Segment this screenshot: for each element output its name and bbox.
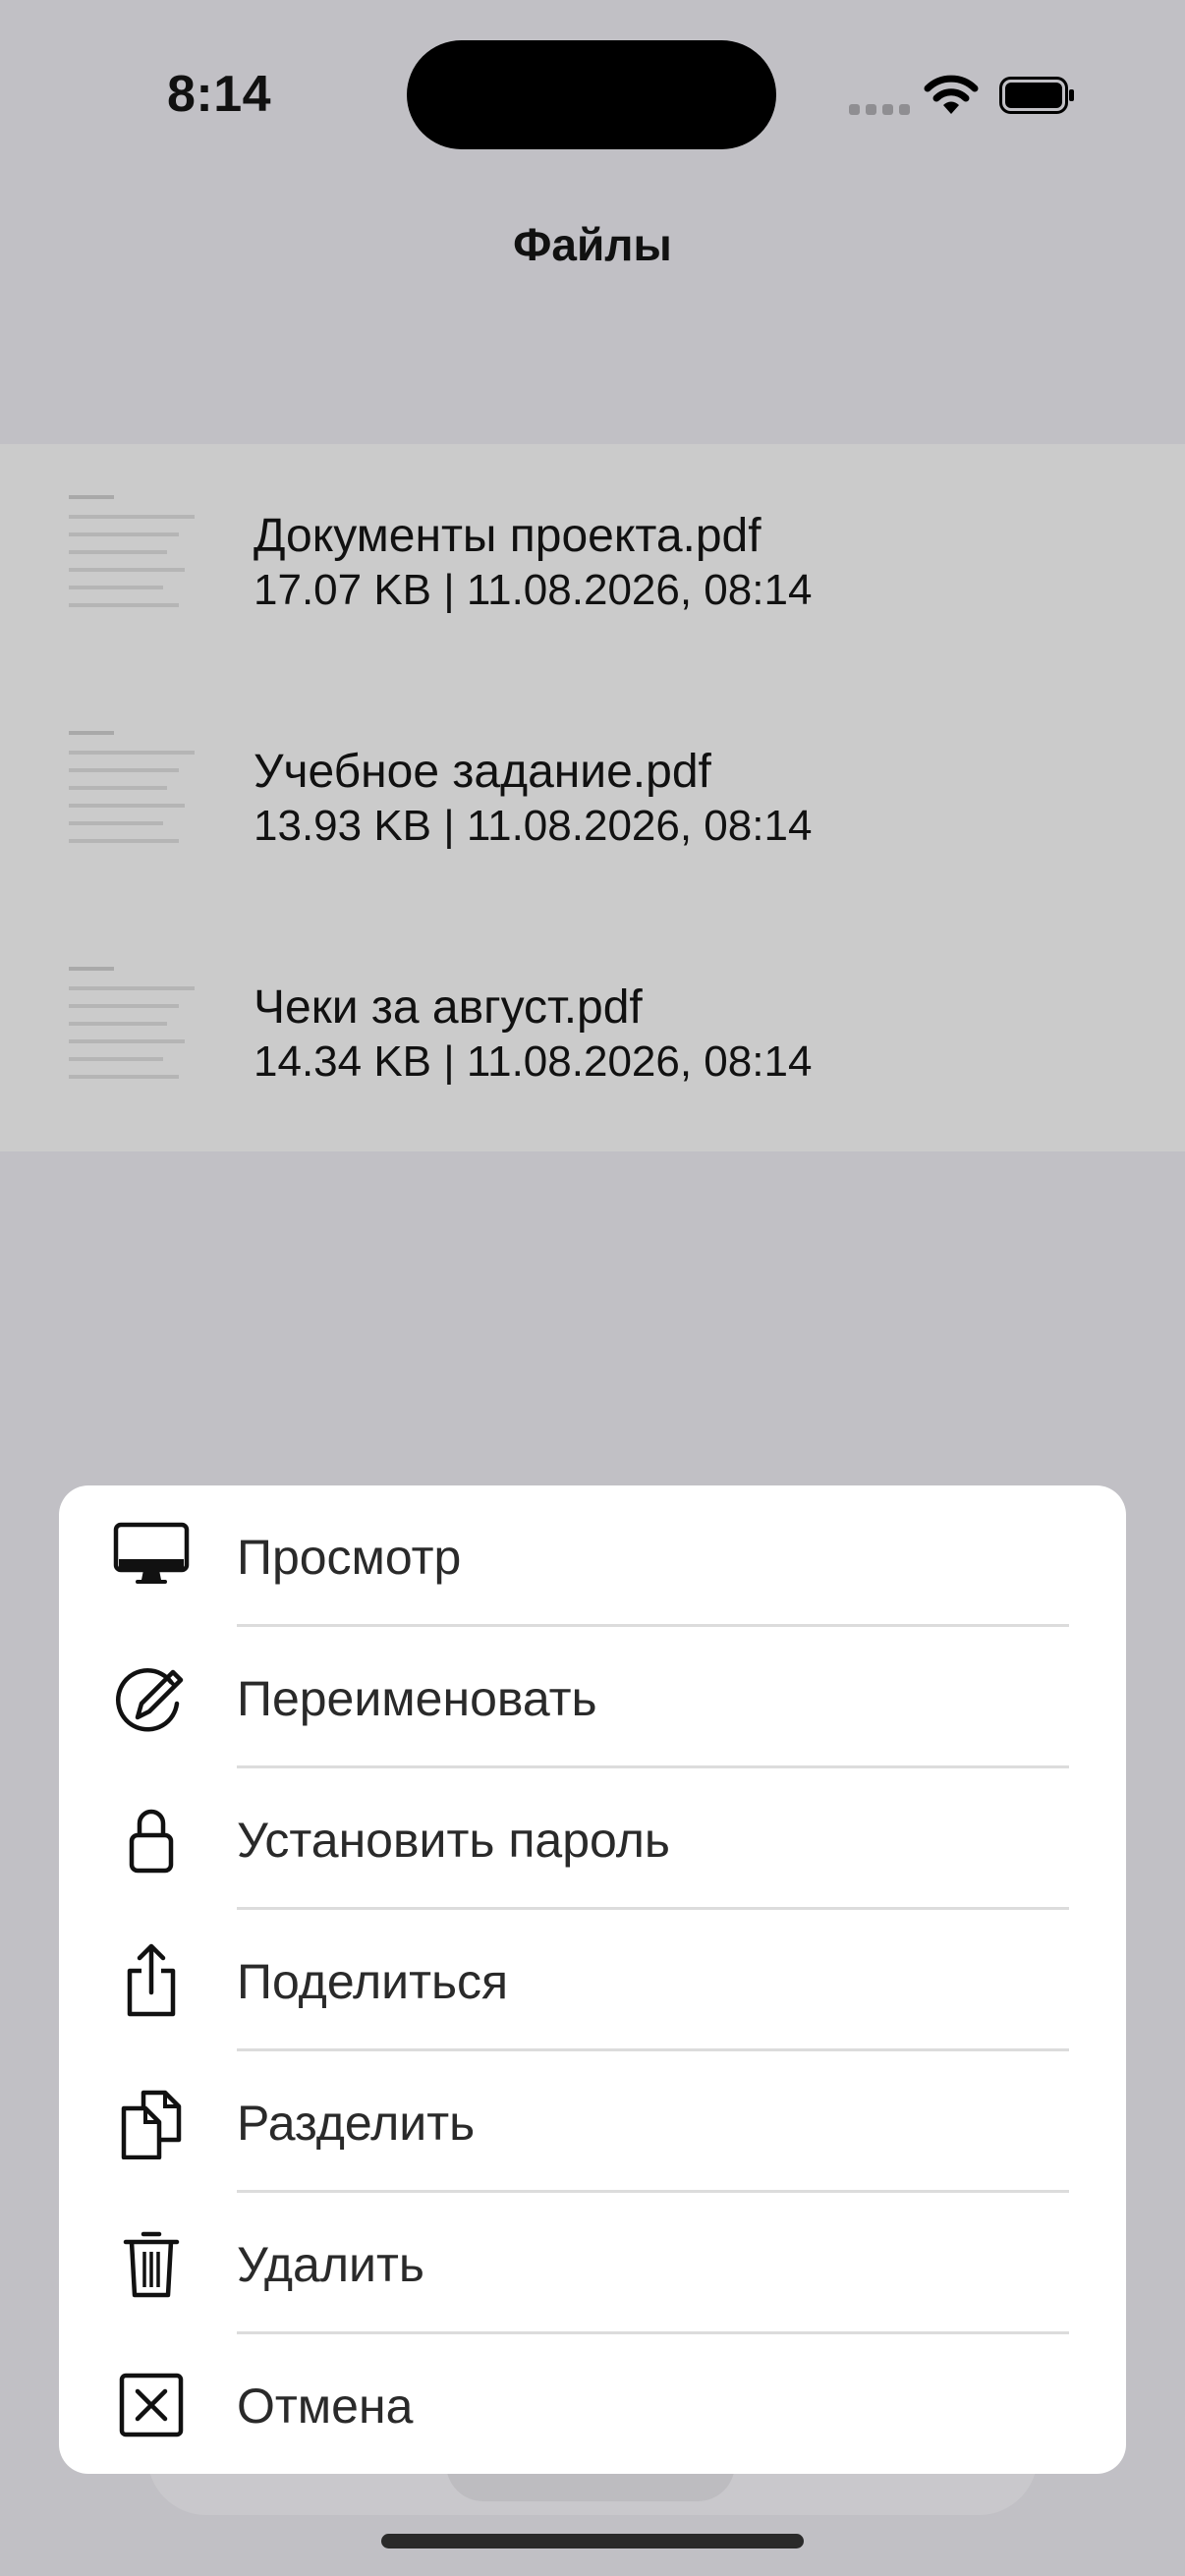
home-indicator <box>381 2534 804 2548</box>
action-label: Поделиться <box>237 1954 509 2009</box>
file-list: Документы проекта.pdf 17.07 KB | 11.08.2… <box>0 444 1185 1151</box>
status-bar: 8:14 <box>0 0 1185 196</box>
action-label: Разделить <box>237 2096 476 2151</box>
pdf-thumbnail-icon <box>69 495 198 618</box>
monitor-icon <box>113 1522 190 1584</box>
dynamic-island <box>407 40 776 149</box>
file-name: Учебное задание.pdf <box>254 746 711 798</box>
file-row[interactable]: Чеки за август.pdf 14.34 KB | 11.08.2026… <box>0 916 1185 1151</box>
rename-icon <box>116 1668 184 1732</box>
action-cancel[interactable]: Отмена <box>59 2334 1126 2474</box>
action-label: Отмена <box>237 2379 414 2434</box>
share-icon <box>127 1943 176 2017</box>
action-sheet: Просмотр Переименовать Установить пароль… <box>59 1485 1126 2474</box>
pdf-thumbnail-icon <box>69 967 198 1090</box>
status-time: 8:14 <box>167 66 272 123</box>
action-label: Переименовать <box>237 1671 597 1726</box>
file-row[interactable]: Учебное задание.pdf 13.93 KB | 11.08.202… <box>0 680 1185 916</box>
pdf-thumbnail-icon <box>69 731 198 854</box>
file-meta: 13.93 KB | 11.08.2026, 08:14 <box>254 802 813 850</box>
action-delete[interactable]: Удалить <box>59 2193 1126 2334</box>
split-documents-icon <box>121 2090 182 2159</box>
signal-icon <box>849 104 910 115</box>
file-name: Чеки за август.pdf <box>254 981 643 1034</box>
action-label: Установить пароль <box>237 1813 670 1868</box>
action-share[interactable]: Поделиться <box>59 1910 1126 2051</box>
action-label: Удалить <box>237 2237 424 2292</box>
action-label: Просмотр <box>237 1530 462 1585</box>
action-rename[interactable]: Переименовать <box>59 1627 1126 1768</box>
file-name: Документы проекта.pdf <box>254 510 762 562</box>
action-split[interactable]: Разделить <box>59 2051 1126 2193</box>
file-meta: 17.07 KB | 11.08.2026, 08:14 <box>254 566 813 614</box>
file-meta: 14.34 KB | 11.08.2026, 08:14 <box>254 1037 813 1086</box>
page-title: Файлы <box>513 219 672 270</box>
lock-icon <box>129 1809 174 1874</box>
battery-icon <box>999 77 1074 114</box>
close-box-icon <box>119 2373 184 2437</box>
action-view[interactable]: Просмотр <box>59 1485 1126 1627</box>
trash-icon <box>123 2231 180 2298</box>
file-row[interactable]: Документы проекта.pdf 17.07 KB | 11.08.2… <box>0 444 1185 680</box>
wifi-icon <box>924 75 979 114</box>
action-set-password[interactable]: Установить пароль <box>59 1768 1126 1910</box>
